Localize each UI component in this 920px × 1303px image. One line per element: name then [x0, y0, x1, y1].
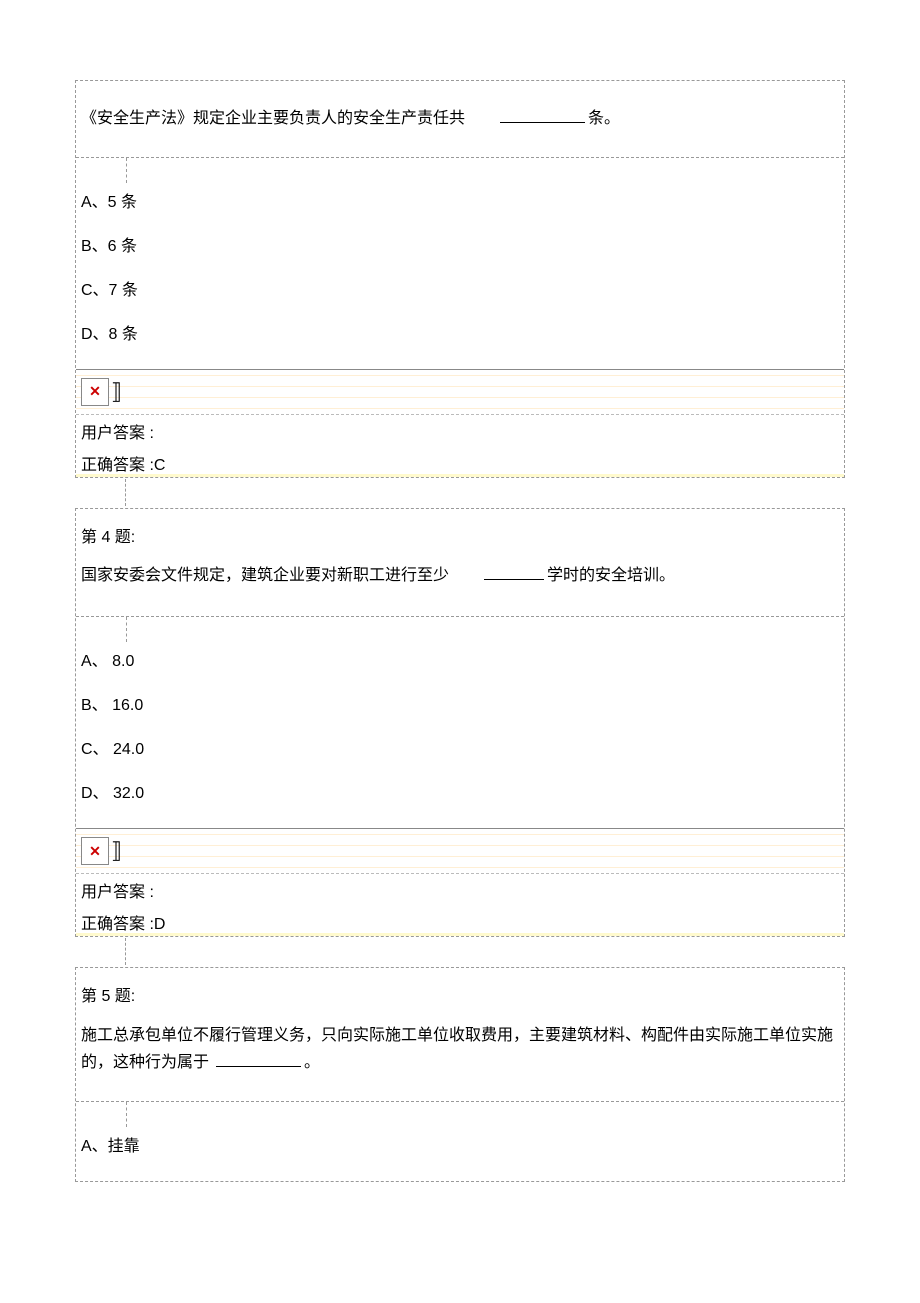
question-block: 第 4 题: 国家安委会文件规定，建筑企业要对新职工进行至少 学时的安全培训。 … — [75, 508, 845, 938]
image-error-row: ✕ ⟧ — [76, 829, 844, 874]
correct-answer-label: 正确答案 : — [81, 916, 154, 933]
bracket-icon: ⟧ — [111, 838, 122, 864]
question-header: 第 5 题: 施工总承包单位不履行管理义务，只向实际施工单位收取费用，主要建筑材… — [76, 968, 844, 1102]
bracket-icon: ⟧ — [111, 379, 122, 405]
user-answer-label: 用户答案 : — [76, 415, 844, 447]
broken-image-icon: ✕ — [81, 378, 109, 406]
option-d: D、8 条 — [81, 310, 839, 354]
divider — [126, 1102, 127, 1127]
question-text-part1: 施工总承包单位不履行管理义务，只向实际施工单位收取费用，主要建筑材料、构配件由实… — [81, 1027, 833, 1071]
question-block: 第 5 题: 施工总承包单位不履行管理义务，只向实际施工单位收取费用，主要建筑材… — [75, 967, 845, 1182]
question-number: 第 5 题: — [81, 983, 834, 1012]
divider — [126, 617, 127, 642]
option-b: B、 16.0 — [81, 681, 839, 725]
options-container: A、 8.0 B、 16.0 C、 24.0 D、 32.0 — [76, 617, 844, 828]
option-c: C、 24.0 — [81, 725, 839, 769]
fill-blank — [484, 564, 544, 580]
option-c: C、7 条 — [81, 266, 839, 310]
divider — [125, 479, 126, 506]
correct-answer-value: C — [154, 457, 166, 474]
question-block: 《安全生产法》规定企业主要负责人的安全生产责任共 条。 A、5 条 B、6 条 … — [75, 80, 845, 478]
question-text: 国家安委会文件规定，建筑企业要对新职工进行至少 学时的安全培训。 — [81, 562, 834, 591]
correct-answer-value: D — [154, 916, 166, 933]
answer-section: ✕ ⟧ 用户答案 : 正确答案 :C — [76, 369, 844, 477]
correct-answer-row: 正确答案 :C — [76, 447, 844, 477]
question-text-part1: 国家安委会文件规定，建筑企业要对新职工进行至少 — [81, 567, 481, 584]
divider — [125, 938, 126, 965]
option-a: A、 8.0 — [81, 637, 839, 681]
broken-image-icon: ✕ — [81, 837, 109, 865]
answer-section: ✕ ⟧ 用户答案 : 正确答案 :D — [76, 828, 844, 936]
fill-blank — [216, 1051, 301, 1067]
question-text-part2: 学时的安全培训。 — [547, 567, 675, 584]
option-d: D、 32.0 — [81, 769, 839, 813]
correct-answer-row: 正确答案 :D — [76, 906, 844, 936]
options-container: A、挂靠 — [76, 1102, 844, 1181]
question-text-part2: 。 — [304, 1054, 320, 1071]
question-header: 第 4 题: 国家安委会文件规定，建筑企业要对新职工进行至少 学时的安全培训。 — [76, 509, 844, 618]
option-a: A、5 条 — [81, 178, 839, 222]
correct-answer-label: 正确答案 : — [81, 457, 154, 474]
options-container: A、5 条 B、6 条 C、7 条 D、8 条 — [76, 158, 844, 369]
fill-blank — [500, 107, 585, 123]
option-b: B、6 条 — [81, 222, 839, 266]
divider — [126, 158, 127, 183]
image-error-row: ✕ ⟧ — [76, 370, 844, 415]
user-answer-label: 用户答案 : — [76, 874, 844, 906]
question-text-part2: 条。 — [588, 110, 620, 127]
question-text: 《安全生产法》规定企业主要负责人的安全生产责任共 条。 — [76, 81, 844, 158]
question-text: 施工总承包单位不履行管理义务，只向实际施工单位收取费用，主要建筑材料、构配件由实… — [81, 1022, 834, 1076]
option-a: A、挂靠 — [81, 1122, 839, 1166]
question-text-part1: 《安全生产法》规定企业主要负责人的安全生产责任共 — [81, 110, 497, 127]
question-number: 第 4 题: — [81, 524, 834, 553]
